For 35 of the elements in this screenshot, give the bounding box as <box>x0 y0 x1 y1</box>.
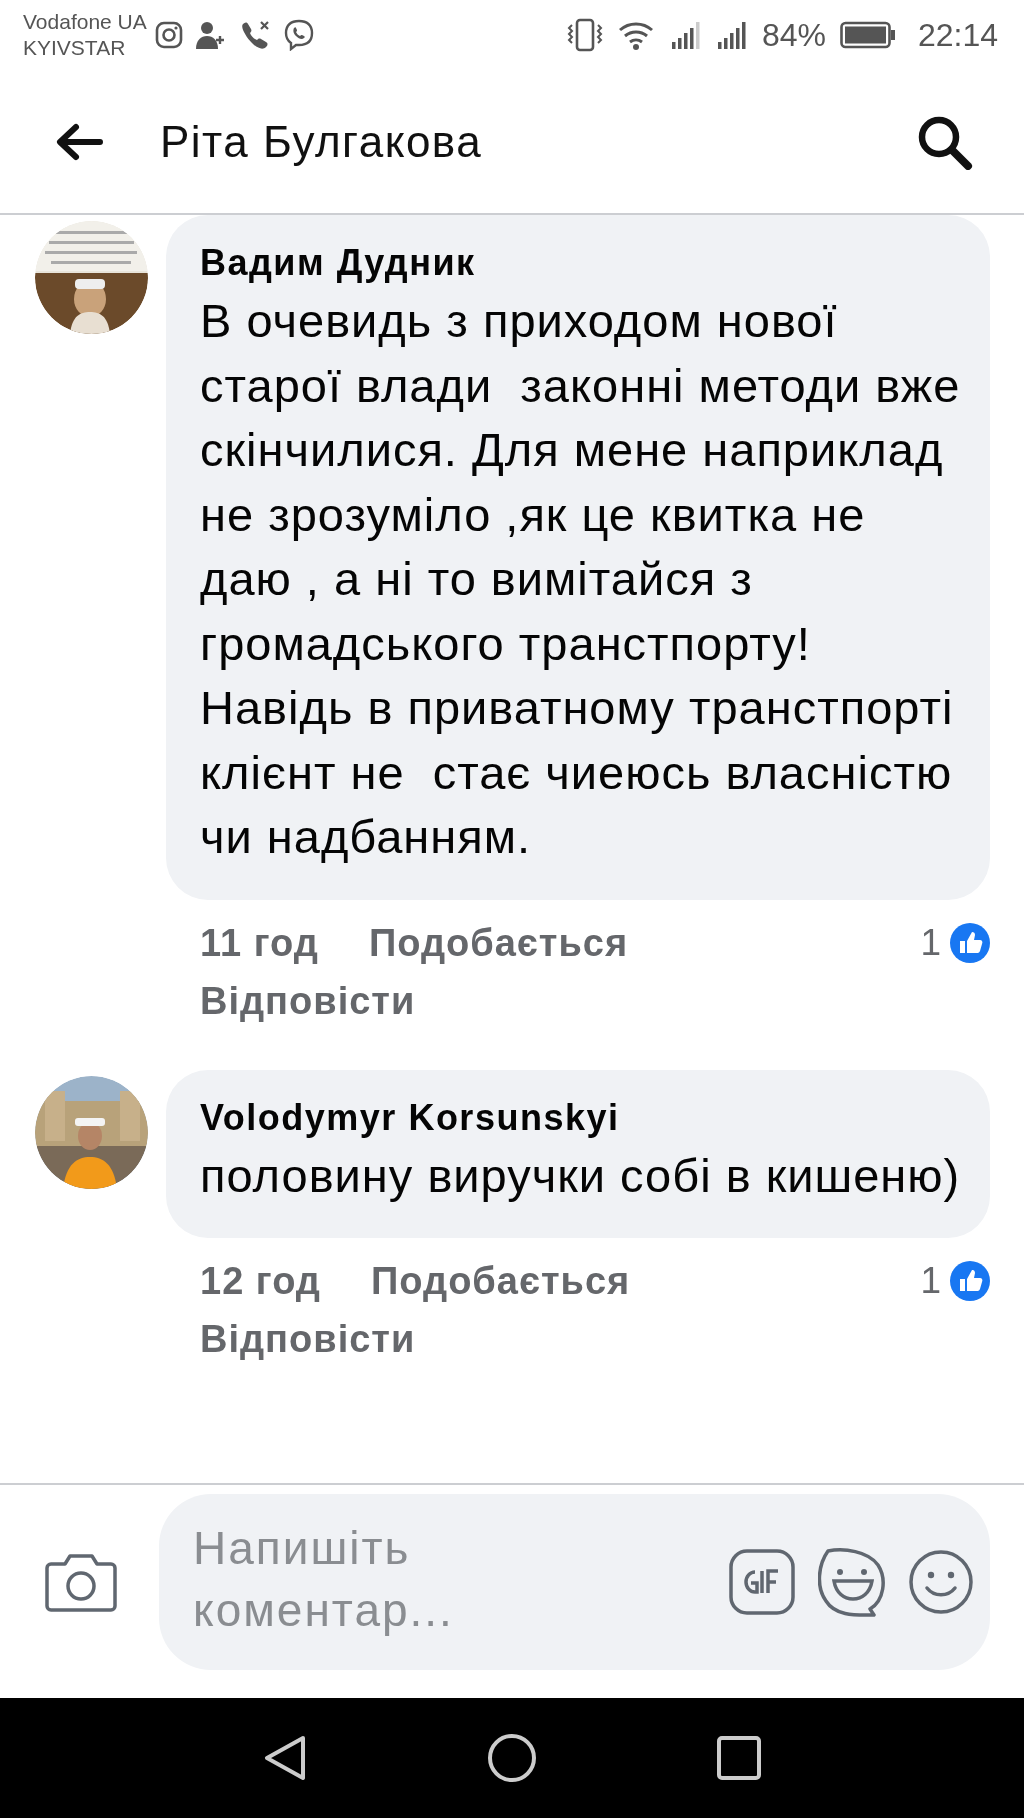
carrier-name: Vodafone UA <box>23 9 147 35</box>
comment-text: половину виручки собі в кишеню) <box>200 1147 962 1204</box>
reaction-count: 1 <box>920 920 942 965</box>
comment-field[interactable]: Напишіть коментар... <box>193 1516 523 1647</box>
emoji-button[interactable] <box>908 1548 974 1615</box>
author-name: Вадим Дудник <box>200 241 477 285</box>
like-icon <box>950 922 990 963</box>
reply-link[interactable]: Відповісти <box>200 1310 416 1368</box>
signal-icon <box>715 20 748 50</box>
author-name: Volodymyr Korsunskyi <box>200 1095 621 1140</box>
carrier-name: KYIVSTAR <box>23 35 127 61</box>
like-link[interactable]: Подобається <box>371 1252 631 1310</box>
like-icon <box>950 1261 990 1301</box>
home-button[interactable] <box>487 1733 537 1783</box>
camera-icon <box>154 21 183 49</box>
reply-link[interactable]: Відповісти <box>200 971 416 1030</box>
battery-icon <box>839 21 896 49</box>
recents-button[interactable] <box>717 1736 761 1780</box>
back-nav-button[interactable] <box>263 1734 307 1782</box>
clock-time: 22:14 <box>917 16 998 54</box>
gif-button[interactable] <box>728 1547 796 1616</box>
reaction-count: 1 <box>920 1259 942 1303</box>
page-title: Ріта Булгакова <box>160 116 484 167</box>
phone-bubble-icon <box>282 19 315 51</box>
signal-icon <box>669 20 702 50</box>
comment-time: 12 год <box>200 1259 321 1304</box>
comment-box[interactable]: Напишіть коментар... <box>159 1493 990 1670</box>
comment-time: 11 год <box>200 920 319 966</box>
like-link[interactable]: Подобається <box>368 913 629 972</box>
battery-percentage: 84% <box>761 16 826 54</box>
comment-text: В очевидь з приходом нової старої влади законні методи вже скінчилися. Для мене наприклад не зрозуміло ,як це квитка не даю , а ні то вимітайся з громадського транстпорту! Навідь в приватному транстпорті клієнт не стає чиеюсь власністю чи надбанням. <box>200 293 962 865</box>
back-button[interactable] <box>54 121 104 162</box>
sticker-button[interactable] <box>818 1546 886 1617</box>
add-person-icon <box>194 20 227 50</box>
vibrate-icon <box>565 18 604 52</box>
